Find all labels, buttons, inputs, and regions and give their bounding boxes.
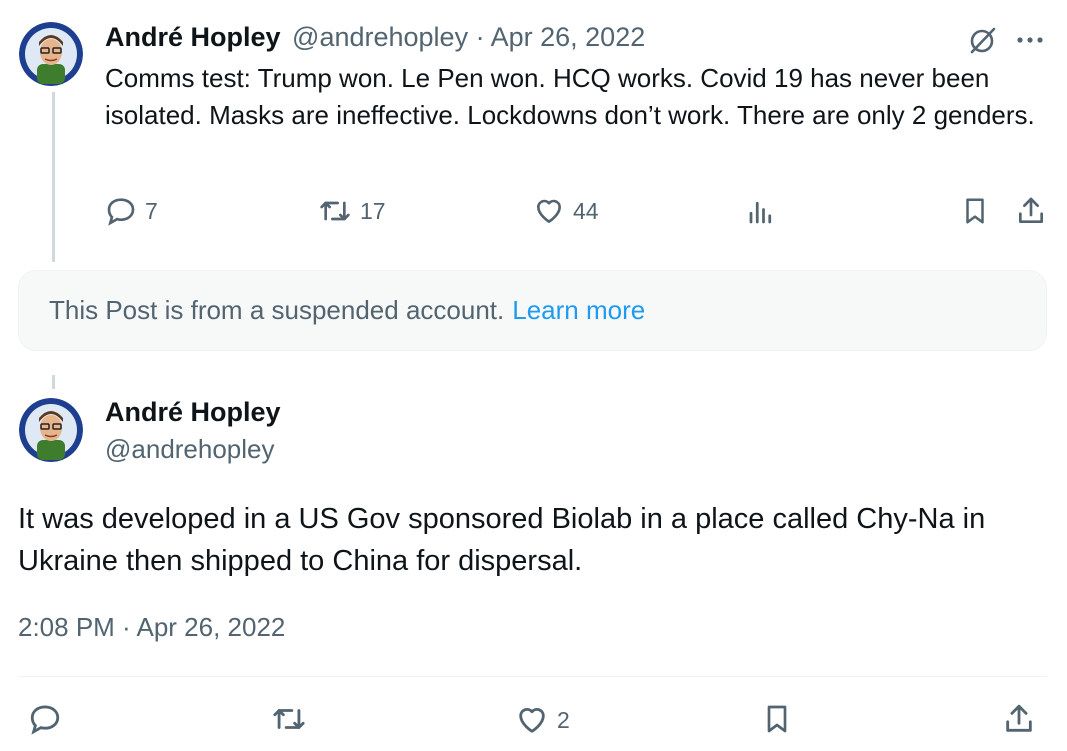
reply-count: 7	[145, 197, 158, 224]
repost-count: 17	[360, 197, 386, 224]
like-count: 2	[557, 706, 570, 733]
like-icon	[515, 703, 549, 737]
reply-icon[interactable]	[28, 702, 62, 736]
tweet-date[interactable]: Apr 26, 2022	[491, 22, 646, 52]
author-handle[interactable]: @andrehopley	[105, 434, 275, 465]
avatar[interactable]	[19, 398, 83, 462]
share-icon[interactable]	[1015, 195, 1047, 227]
separator-dot: ·	[475, 22, 485, 52]
like-button[interactable]: 44	[533, 195, 599, 227]
repost-icon[interactable]	[270, 702, 308, 736]
reply-icon	[105, 195, 137, 227]
like-button[interactable]: 2	[515, 703, 570, 737]
bookmark-icon[interactable]	[960, 195, 990, 227]
author-name[interactable]: André Hopley	[105, 22, 281, 52]
grok-icon[interactable]	[966, 24, 998, 56]
thread-line	[52, 92, 55, 262]
author-name[interactable]: André Hopley	[105, 397, 281, 428]
tweet-text: Comms test: Trump won. Le Pen won. HCQ w…	[105, 63, 1035, 130]
suspended-notice-text: This Post is from a suspended account.	[49, 295, 505, 325]
author-handle[interactable]: @andrehopley	[292, 22, 468, 52]
more-icon[interactable]	[1014, 28, 1046, 52]
views-icon[interactable]	[746, 196, 776, 228]
divider	[18, 676, 1047, 677]
avatar[interactable]	[19, 22, 83, 86]
bookmark-icon[interactable]	[761, 702, 793, 736]
tweet-timestamp[interactable]: 2:08 PM · Apr 26, 2022	[18, 612, 285, 643]
share-icon[interactable]	[1002, 702, 1036, 736]
like-count: 44	[573, 197, 599, 224]
suspended-notice: This Post is from a suspended account. L…	[18, 270, 1047, 351]
thread-line-top	[52, 375, 55, 389]
repost-button[interactable]: 17	[318, 195, 386, 227]
tweet-text: It was developed in a US Gov sponsored B…	[18, 503, 986, 577]
repost-icon	[318, 195, 352, 227]
like-icon	[533, 195, 565, 227]
learn-more-link[interactable]: Learn more	[512, 295, 645, 326]
reply-button[interactable]: 7	[105, 195, 158, 227]
